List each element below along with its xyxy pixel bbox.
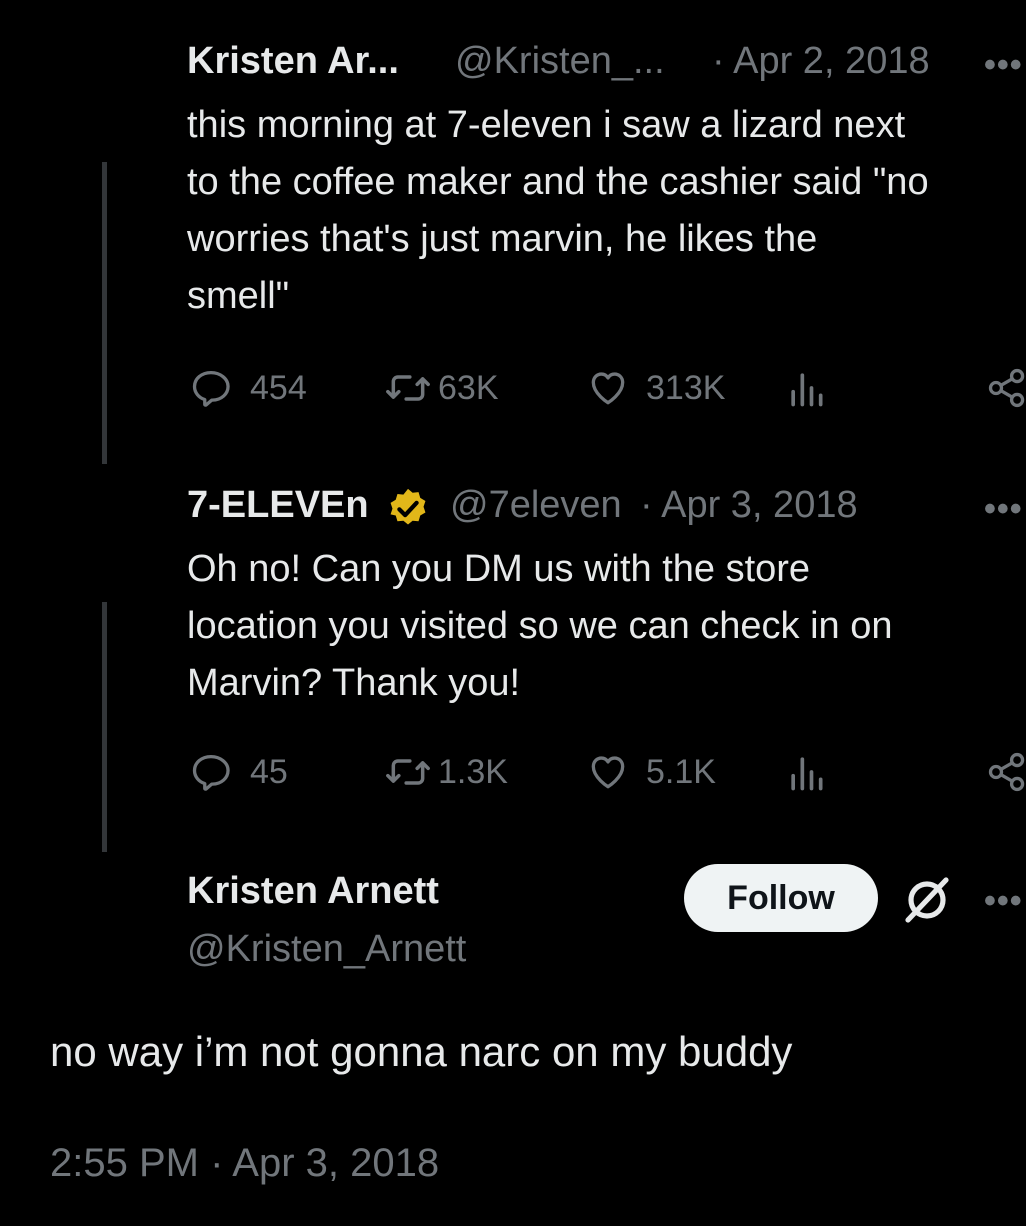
like-count: 313K (646, 368, 726, 407)
reply-button[interactable]: 45 (188, 750, 288, 794)
tweet-date[interactable]: · Apr 2, 2018 (712, 40, 930, 83)
verified-badge-icon (385, 486, 431, 537)
reply-icon (188, 366, 234, 410)
reply-count: 45 (250, 752, 288, 791)
like-button[interactable]: 5.1K (584, 750, 716, 794)
like-button[interactable]: 313K (584, 366, 725, 410)
tweet-actions: 454 63K 313K (188, 366, 1026, 410)
share-icon (984, 750, 1026, 794)
heart-icon (584, 366, 632, 410)
more-options-icon[interactable]: ••• (984, 46, 1023, 85)
tweet-text: Oh no! Can you DM us with the store loca… (187, 548, 893, 704)
repost-button[interactable]: 1.3K (384, 750, 508, 794)
tweet-actions: 45 1.3K 5.1K (188, 750, 1026, 794)
repost-icon (384, 366, 432, 410)
heart-icon (584, 750, 632, 794)
tweet-timestamp[interactable]: 2:55 PM · Apr 3, 2018 (50, 1141, 439, 1186)
tweet-text: no way i’m not gonna narc on my buddy (50, 1028, 793, 1075)
author-name[interactable]: 7-ELEVEn (187, 484, 369, 527)
reply-count: 454 (250, 368, 307, 407)
follow-button[interactable]: Follow (684, 864, 878, 932)
share-button[interactable] (984, 366, 1026, 410)
share-icon (984, 366, 1026, 410)
author-name[interactable]: Kristen Ar... (187, 40, 399, 83)
bar-chart-icon (786, 750, 826, 794)
more-options-icon[interactable]: ••• (984, 490, 1023, 529)
thread-line (102, 602, 107, 852)
author-name[interactable]: Kristen Arnett (187, 870, 439, 913)
author-handle[interactable]: @7eleven (450, 484, 622, 527)
tweet-date[interactable]: · Apr 3, 2018 (640, 484, 858, 527)
author-handle[interactable]: @Kristen_... (455, 40, 665, 83)
grok-icon[interactable] (902, 874, 954, 929)
tweet-text: this morning at 7-eleven i saw a lizard … (187, 104, 929, 317)
views-button[interactable] (786, 750, 826, 794)
reply-icon (188, 750, 234, 794)
repost-button[interactable]: 63K (384, 366, 499, 410)
views-button[interactable] (786, 366, 826, 410)
repost-count: 63K (438, 368, 499, 407)
repost-icon (384, 750, 432, 794)
repost-count: 1.3K (438, 752, 508, 791)
share-button[interactable] (984, 750, 1026, 794)
bar-chart-icon (786, 366, 826, 410)
thread-line (102, 162, 107, 464)
more-options-icon[interactable]: ••• (984, 882, 1023, 921)
reply-button[interactable]: 454 (188, 366, 307, 410)
author-handle[interactable]: @Kristen_Arnett (187, 928, 466, 971)
like-count: 5.1K (646, 752, 716, 791)
